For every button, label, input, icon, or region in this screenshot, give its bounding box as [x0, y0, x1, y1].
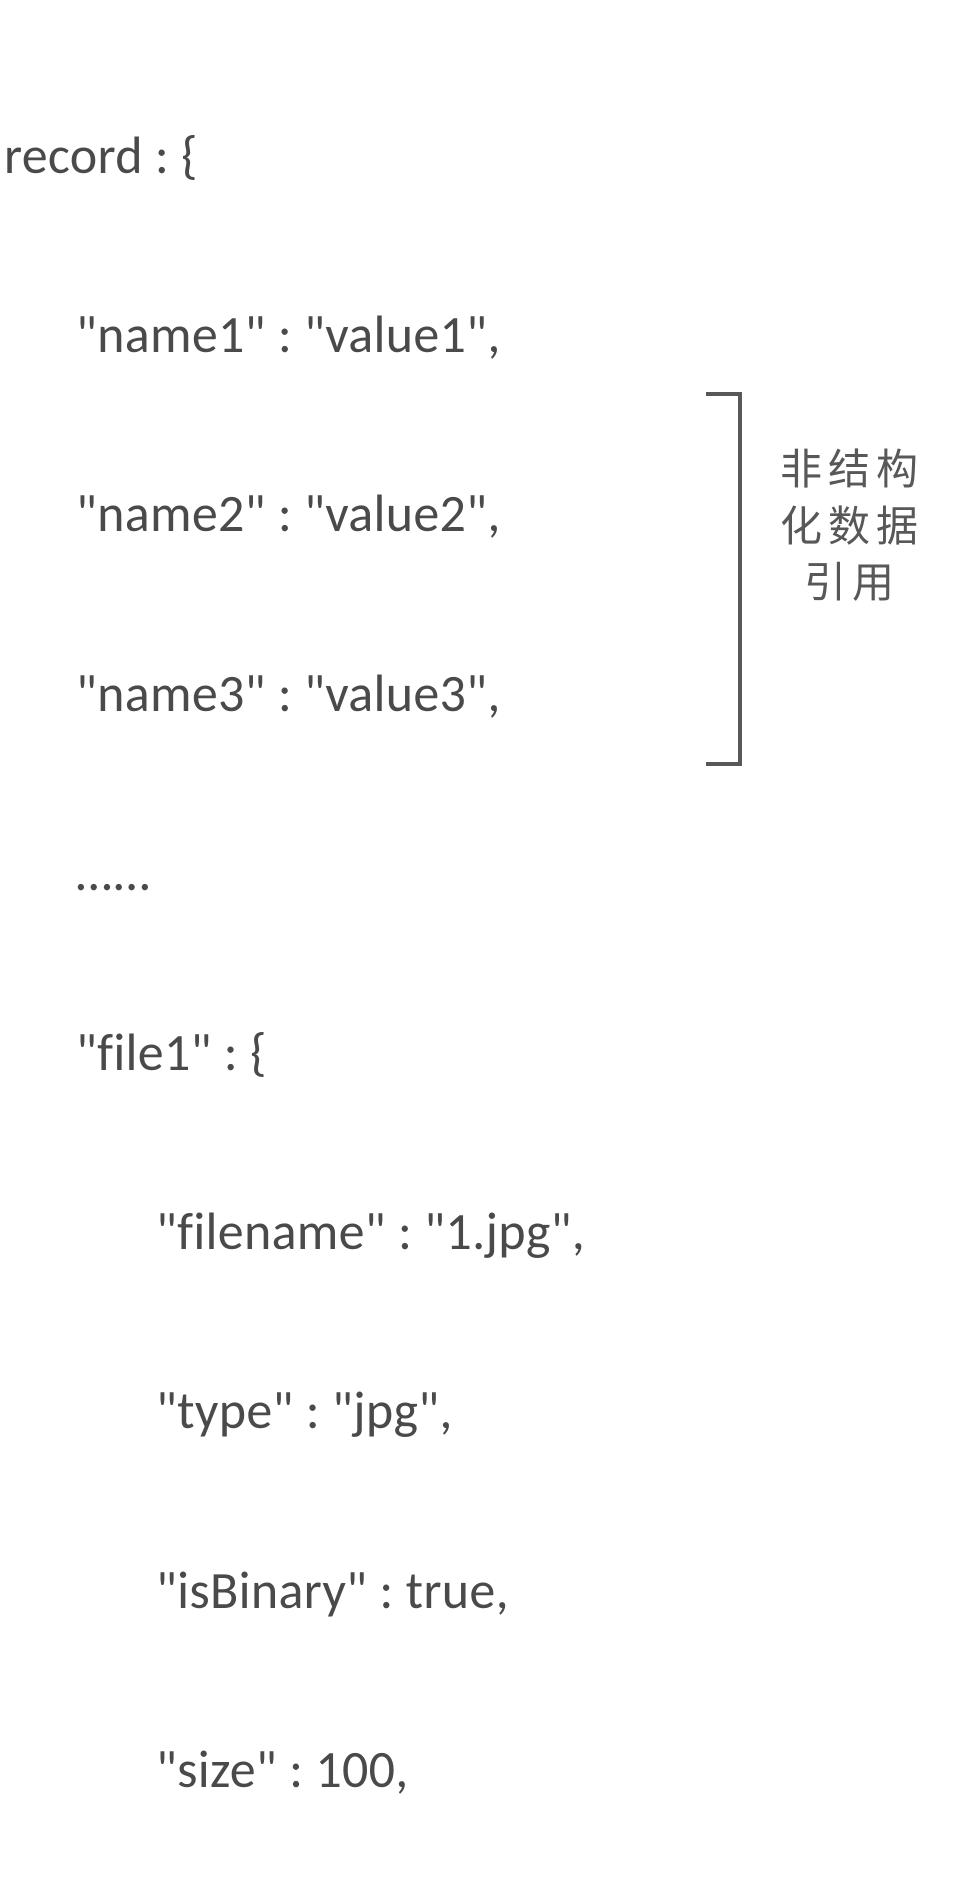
annotation-line-3: 引用: [780, 555, 924, 612]
code-line-9: "isBinary" : true,: [4, 1561, 969, 1621]
code-block: record : { "name1" : "value1", "name2" :…: [4, 6, 969, 1882]
right-bracket-icon: [706, 392, 746, 766]
code-line-7: "filename" : "1.jpg",: [4, 1202, 969, 1262]
code-line-10: "size" : 100,: [4, 1740, 969, 1800]
code-line-4: "name3" : "value3",: [4, 664, 969, 724]
code-line-2: "name1" : "value1",: [4, 305, 969, 365]
annotation-line-2: 化数据: [780, 499, 924, 556]
code-line-1: record : {: [4, 126, 969, 186]
annotation-line-1: 非结构: [780, 442, 924, 499]
annotation-label: 非结构 化数据 引用: [780, 442, 924, 612]
page-container: record : { "name1" : "value1", "name2" :…: [0, 0, 969, 941]
code-line-5-ellipsis: ……: [4, 843, 969, 903]
code-line-6: "file1" : {: [4, 1023, 969, 1083]
code-line-8: "type" : "jpg",: [4, 1381, 969, 1441]
